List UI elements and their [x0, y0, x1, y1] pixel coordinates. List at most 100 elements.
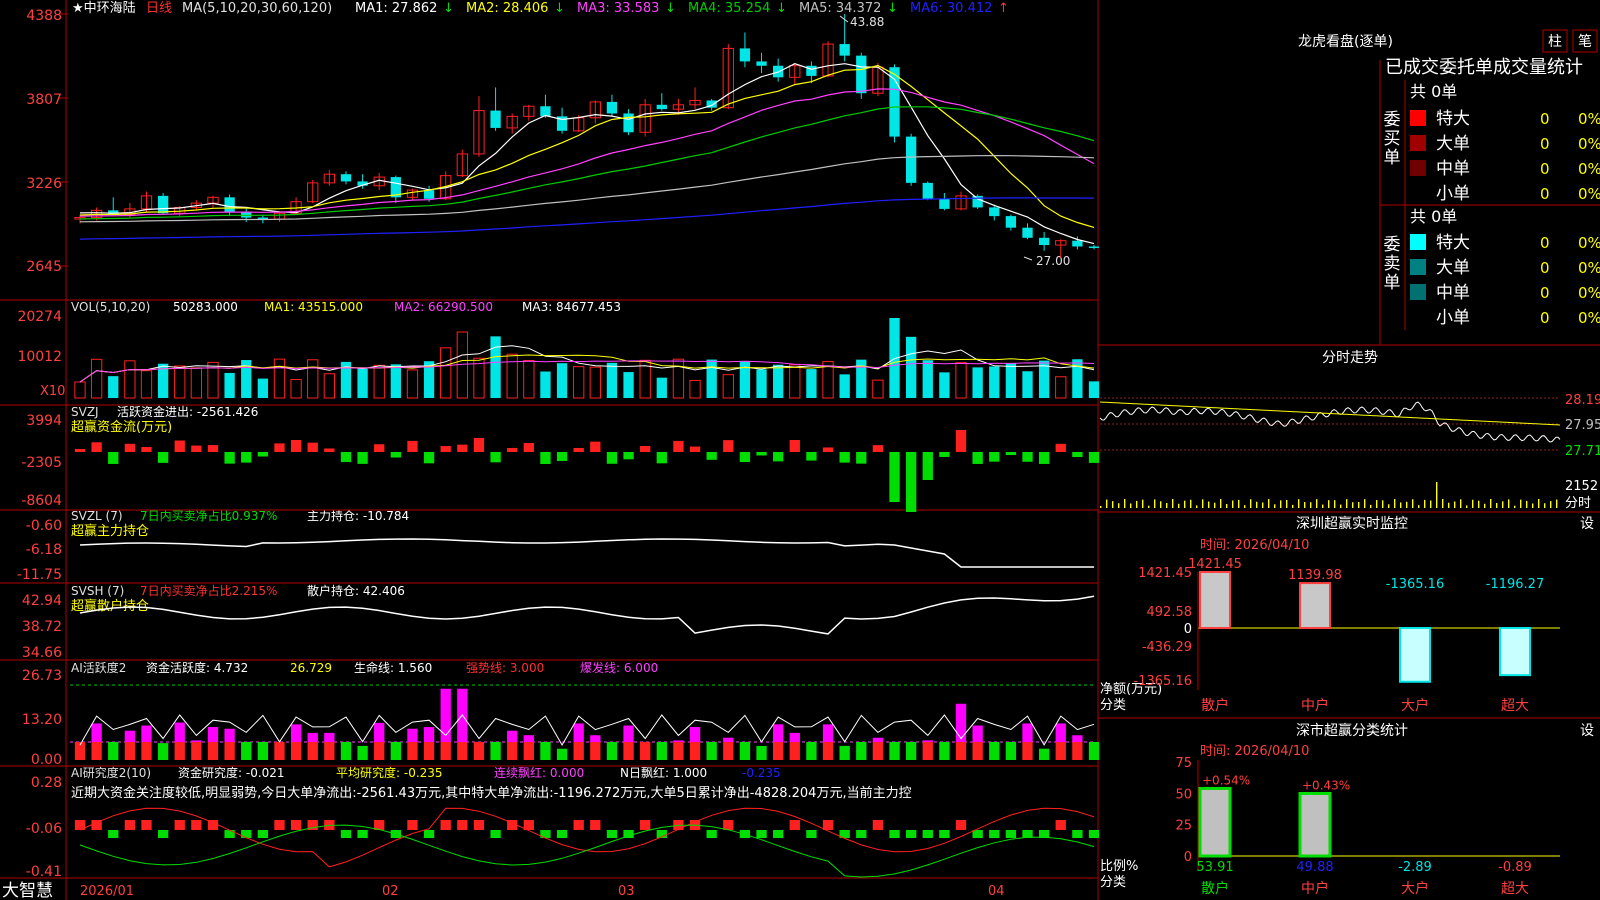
monitor-set-button[interactable]: 设 [1580, 516, 1594, 532]
intraday-volume-bar [1472, 499, 1474, 508]
capital-flow-bar [540, 452, 551, 464]
capital-flow-bar [623, 452, 634, 460]
capital-flow-bar [989, 452, 1000, 462]
ai2-nred: N日飘红: 1.000 [620, 765, 707, 780]
capital-flow-bar [556, 452, 568, 461]
svzj-axis-0: 3994 [26, 413, 62, 429]
lhb-sell-pct-0: 0% [1578, 234, 1600, 252]
intraday-volume-bar [1274, 504, 1276, 508]
candle-body [1072, 240, 1083, 247]
intraday-volume-bar [1286, 500, 1288, 508]
monitor-date: 时间: 2026/04/10 [1200, 538, 1309, 553]
lhb-sell-side-char: 单 [1384, 273, 1401, 293]
monitor-axis-3: -436.29 [1142, 640, 1192, 655]
stock-name[interactable]: ★中环海陆 [72, 0, 136, 16]
lhb-title: 龙虎看盘(逐单) [1298, 33, 1393, 50]
activity-bar [905, 742, 917, 760]
activity-bar-base [872, 742, 884, 760]
activity-bar-base [673, 742, 684, 760]
research-bar [473, 820, 485, 830]
volume-bar [972, 367, 983, 398]
ai1-burst: 爆发线: 6.000 [580, 660, 658, 675]
lhb-tab-tick[interactable]: 笔 [1578, 34, 1592, 50]
intraday-volume-bar [1238, 499, 1240, 508]
activity-bar-top [872, 737, 884, 742]
research-bar [1055, 820, 1066, 830]
intraday-volume-bar [1328, 500, 1330, 508]
intraday-volume-bar [1268, 499, 1270, 508]
candle-body [1022, 227, 1033, 238]
classify-set-button[interactable]: 设 [1580, 723, 1594, 739]
activity-bar [989, 742, 1000, 760]
capital-flow-bar [856, 452, 867, 464]
volume-bar [140, 370, 153, 399]
volume-bar [174, 365, 186, 399]
period-label[interactable]: 日线 [146, 1, 172, 16]
lhb-sell-side-char: 委 [1384, 235, 1401, 255]
intraday-volume-bar [1418, 505, 1420, 508]
capital-flow-bar [340, 452, 352, 463]
lhb-buy-label-0: 特大 [1436, 109, 1470, 129]
candle-body [224, 197, 235, 212]
activity-bar-base [955, 742, 967, 760]
candle-body [939, 198, 950, 209]
activity-bar-top [673, 740, 684, 742]
ai1-axis-1: 13.20 [22, 712, 62, 728]
lhb-sell-pct-2: 0% [1578, 284, 1600, 302]
activity-bar [357, 745, 368, 760]
intraday-volume-bar [1412, 499, 1414, 508]
activity-bar-top [689, 727, 701, 742]
candle-body [1038, 237, 1050, 246]
lhb-sell-count-2: 0 [1540, 284, 1550, 302]
intraday-volume-bar [1436, 482, 1438, 508]
research-bar [939, 830, 950, 838]
volume-bar [722, 374, 734, 399]
lhb-tab-bar[interactable]: 柱 [1548, 34, 1562, 50]
ai1-life: 生命线: 1.560 [354, 660, 432, 675]
intraday-volume-bar [1556, 499, 1558, 508]
intraday-volume-bar [1262, 502, 1264, 508]
lhb-buy-count-2: 0 [1540, 160, 1550, 178]
monitor-cat-1: 中户 [1301, 697, 1329, 714]
volume-bar [922, 360, 933, 398]
research-bar [922, 830, 933, 838]
activity-bar-base [224, 742, 235, 760]
intraday-volume-bar [1208, 501, 1210, 508]
classify-bar-change-0: +0.54% [1202, 773, 1250, 787]
activity-bar [540, 742, 551, 760]
intraday-volume-bar [1454, 501, 1456, 508]
capital-flow-bar [174, 440, 185, 452]
intraday-volume-bar [1220, 499, 1222, 508]
capital-flow-bar [523, 442, 534, 452]
capital-flow-bar [689, 446, 701, 452]
volume-bar [789, 364, 801, 399]
candle-body [340, 174, 352, 182]
ai2-last: -0.235 [742, 766, 781, 780]
volume-bar [706, 359, 717, 398]
candle-body [623, 113, 634, 133]
lhb-sell-swatch-0 [1410, 234, 1426, 250]
capital-flow-bar [756, 452, 767, 456]
monitor-bar-value-3: -1196.27 [1486, 577, 1544, 592]
volume-bar [939, 372, 950, 398]
activity-bar-base [623, 742, 634, 760]
capital-flow-bar [407, 440, 418, 452]
intraday-volume-bar [1430, 500, 1432, 508]
volume-bar [756, 369, 767, 398]
intraday-volume-bar [1358, 501, 1360, 508]
volume-bar [74, 381, 86, 399]
date-axis-1: 02 [382, 884, 399, 899]
capital-flow-bar [606, 452, 618, 464]
capital-flow-bar [473, 438, 485, 452]
monitor-bar-2 [1399, 627, 1431, 683]
research-bar [1072, 830, 1083, 838]
lhb-sell-count-3: 0 [1540, 309, 1550, 327]
activity-bar [556, 748, 568, 760]
volume-bar [689, 379, 701, 399]
ai2-research: 资金研究度: -0.021 [178, 765, 285, 780]
volume-bar [872, 379, 884, 399]
volume-bar [124, 360, 136, 399]
candle-body [806, 65, 817, 76]
intraday-volume-bar [1460, 499, 1462, 508]
activity-bar-top [440, 688, 451, 742]
